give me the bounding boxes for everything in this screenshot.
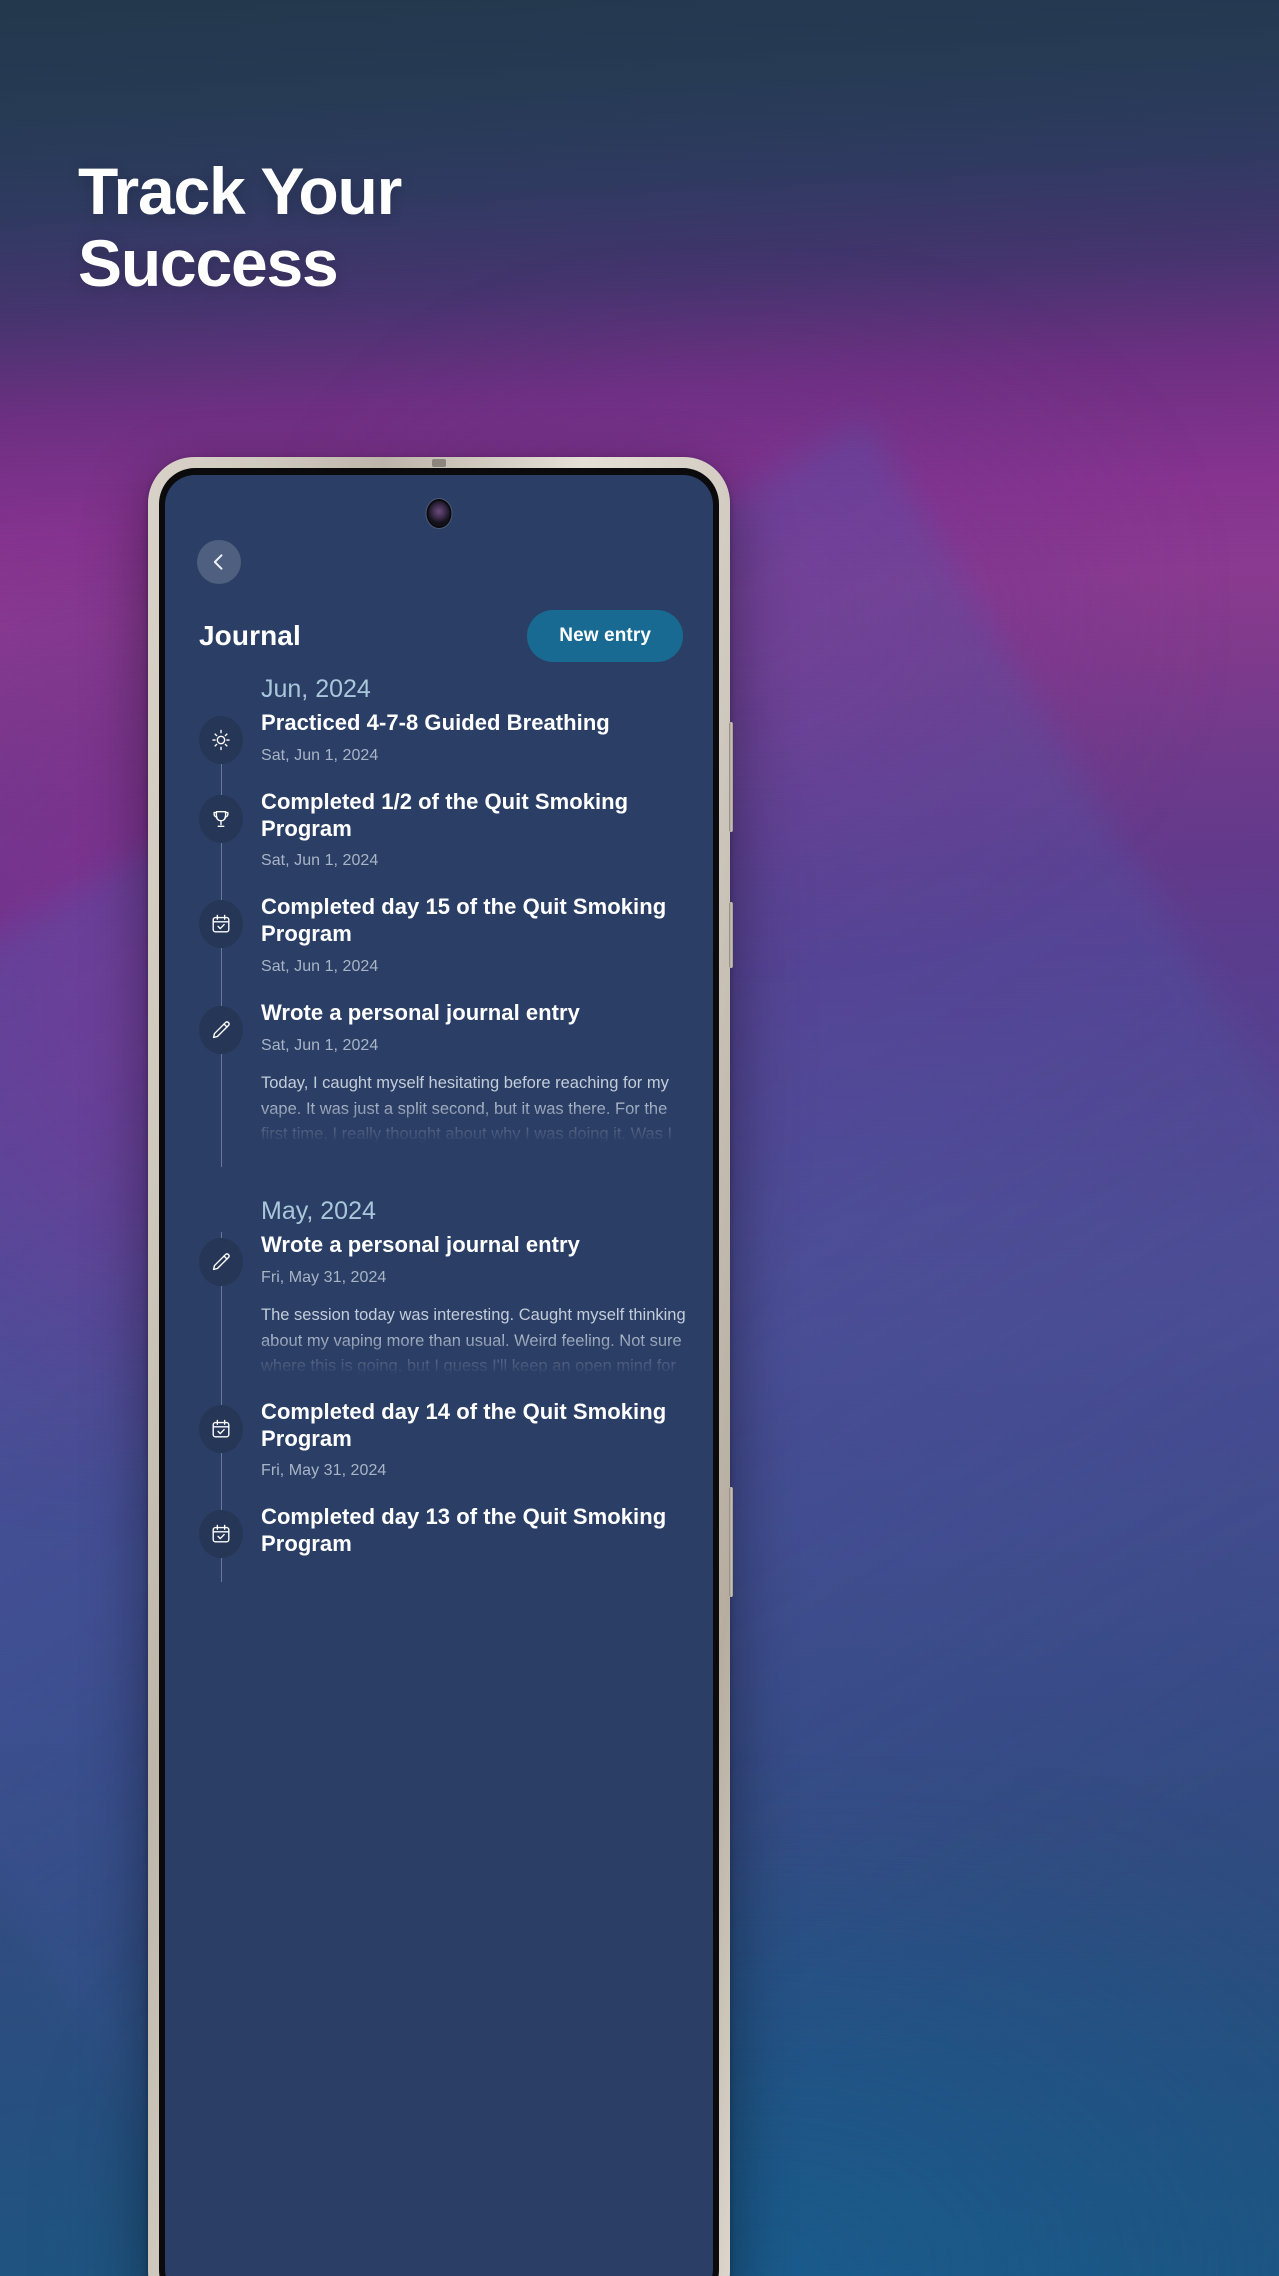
timeline-entry-date: Fri, May 31, 2024	[261, 1268, 387, 1286]
timeline-entry[interactable]: Practiced 4-7-8 Guided Breathing Sat, Jun…	[187, 710, 695, 789]
phone-side-button-power	[729, 1487, 733, 1597]
new-entry-button[interactable]: New entry	[527, 610, 683, 662]
phone-screen: Journal New entry Jun, 2024 Practiced 4-7…	[165, 475, 713, 2276]
timeline-entry-title: Wrote a personal journal entry	[261, 1000, 580, 1026]
timeline-rail	[187, 1000, 261, 1167]
timeline-entry[interactable]: Completed day 14 of the Quit Smoking Pro…	[187, 1398, 695, 1505]
timeline-entry[interactable]: Wrote a personal journal entry Sat, Jun 1…	[187, 1000, 695, 1167]
timeline-month-label: May, 2024	[261, 1196, 376, 1225]
timeline-entry-date: Sat, Jun 1, 2024	[261, 1036, 379, 1054]
journal-timeline[interactable]: Jun, 2024 Practiced 4-7-8 Guided Breathin…	[165, 675, 713, 2276]
timeline-connector-line	[220, 764, 222, 789]
timeline-entry-body: Wrote a personal journal entry Sat, Jun 1…	[261, 1000, 695, 1167]
timeline-entry-body: Completed 1/2 of the Quit Smoking Progra…	[261, 789, 695, 895]
timeline-rail	[187, 1398, 261, 1505]
timeline-entry-title: Completed day 15 of the Quit Smoking Pro…	[261, 894, 667, 947]
timeline-entry[interactable]: Completed day 15 of the Quit Smoking Pro…	[187, 894, 695, 1001]
timeline-rail	[187, 894, 261, 1001]
timeline-entry-date: Sat, Jun 1, 2024	[261, 852, 379, 870]
timeline-entry-date: Sat, Jun 1, 2024	[261, 746, 379, 764]
timeline-entry-date: Sat, Jun 1, 2024	[261, 958, 379, 976]
timeline-entry-body: Completed day 14 of the Quit Smoking Pro…	[261, 1399, 695, 1505]
timeline-month-label: Jun, 2024	[261, 675, 371, 703]
breathing-sun-icon	[199, 716, 243, 764]
calendar-check-icon	[199, 900, 243, 949]
pencil-icon	[199, 1006, 243, 1055]
back-chevron-icon	[209, 552, 229, 572]
phone-speaker-slit	[432, 459, 446, 467]
calendar-check-icon	[199, 1510, 243, 1559]
timeline-entry-body: Wrote a personal journal entry Fri, May 3…	[261, 1232, 695, 1399]
phone-side-button-volume-up	[729, 722, 733, 832]
timeline-rail	[187, 1231, 261, 1399]
front-camera-icon	[428, 501, 450, 526]
timeline-entry-note: The session today was interesting. Caugh…	[261, 1305, 686, 1375]
timeline-entry-title: Completed day 14 of the Quit Smoking Pro…	[261, 1398, 667, 1451]
trophy-icon	[199, 794, 243, 843]
timeline-entry-title: Completed 1/2 of the Quit Smoking Progra…	[261, 788, 629, 841]
timeline-entry-date: Fri, May 31, 2024	[261, 1462, 387, 1480]
page-title: Journal	[199, 620, 301, 651]
timeline-entry[interactable]: Completed 1/2 of the Quit Smoking Progra…	[187, 788, 695, 895]
phone-side-button-volume-down	[729, 902, 733, 968]
timeline-entry-body: Completed day 13 of the Quit Smoking Pro…	[261, 1504, 695, 1582]
back-button[interactable]	[197, 540, 241, 584]
calendar-check-icon	[199, 1404, 243, 1453]
timeline-entry-title: Practiced 4-7-8 Guided Breathing	[261, 710, 610, 735]
phone-bezel: Journal New entry Jun, 2024 Practiced 4-7…	[159, 468, 719, 2276]
timeline-rail	[187, 710, 261, 789]
timeline-rail	[187, 1504, 261, 1583]
timeline-entry[interactable]: Wrote a personal journal entry Fri, May 3…	[187, 1231, 695, 1399]
app-header: Journal New entry	[165, 610, 713, 662]
timeline-entry-title: Wrote a personal journal entry	[261, 1231, 580, 1257]
phone-mockup: Journal New entry Jun, 2024 Practiced 4-7…	[148, 457, 733, 2276]
hero-headline: Track Your Success	[78, 154, 402, 300]
timeline-entry-title: Completed day 13 of the Quit Smoking Pro…	[261, 1504, 667, 1557]
timeline-entry-body: Completed day 15 of the Quit Smoking Pro…	[261, 894, 695, 1000]
promo-screenshot: Track Your Success Journal New entry Jun…	[0, 0, 1279, 2276]
timeline-entry-note: Today, I caught myself hesitating before…	[261, 1073, 673, 1143]
timeline-entry[interactable]: Completed day 13 of the Quit Smoking Pro…	[187, 1504, 695, 1583]
pencil-icon	[199, 1237, 243, 1286]
timeline-entry-body: Practiced 4-7-8 Guided Breathing Sat, Jun…	[261, 710, 695, 789]
timeline-rail	[187, 788, 261, 895]
